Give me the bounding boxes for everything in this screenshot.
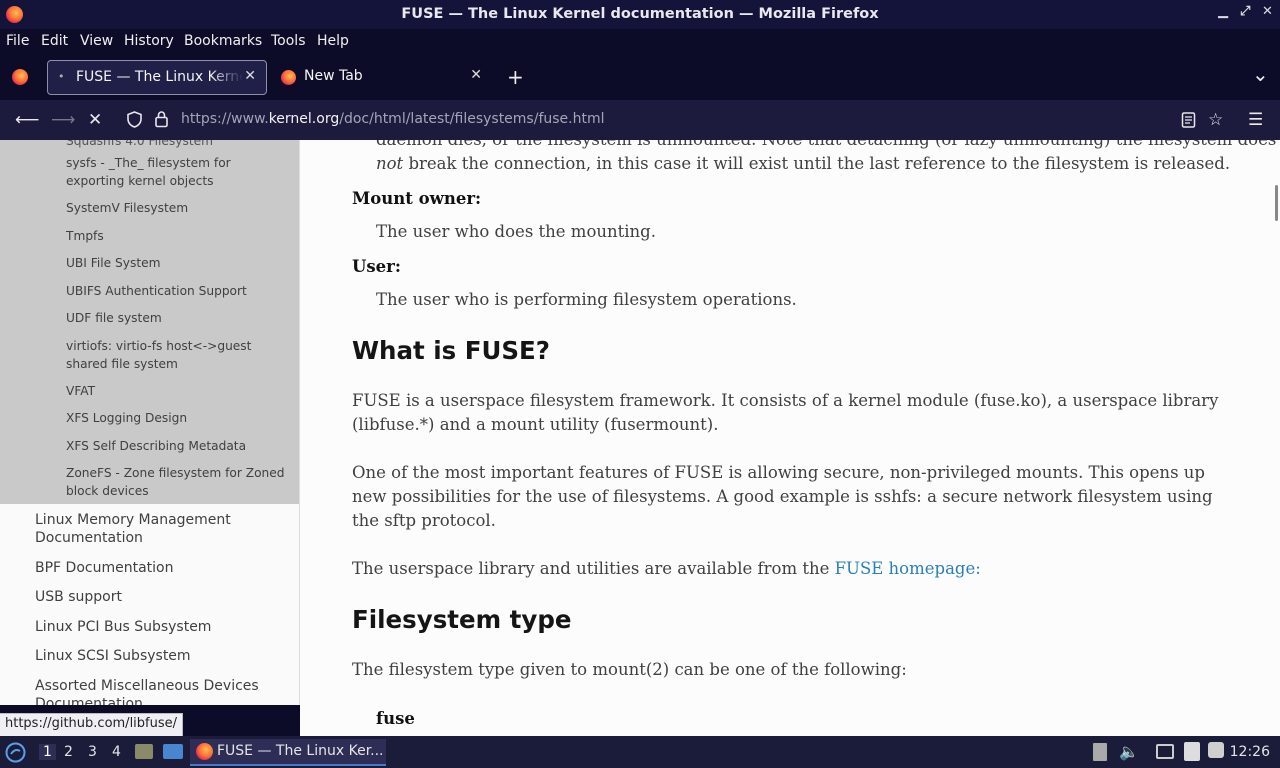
paragraph-features: One of the most important features of FU…	[352, 463, 1213, 530]
menu-bookmarks[interactable]: Bookmarks	[184, 33, 262, 49]
definition-user: The user who is performing filesystem op…	[376, 290, 797, 309]
navigation-toolbar: ⟵ ⟶ ✕ https://www.kernel.org/doc/html/la…	[0, 100, 1280, 140]
workspace-2[interactable]: 2	[64, 744, 73, 760]
term-user: User:	[352, 257, 401, 276]
firefox-icon	[281, 70, 296, 85]
paragraph-fstype: The filesystem type given to mount(2) ca…	[352, 660, 907, 679]
new-tab-button[interactable]: +	[507, 65, 524, 89]
sidebar-item-usb[interactable]: USB support	[35, 588, 275, 606]
minimize-button[interactable]: ▁	[1218, 4, 1228, 19]
sidebar-subitem-virtiofs[interactable]: virtiofs: virtio-fs host<->guest shared …	[66, 337, 286, 373]
url-path: /doc/html/latest/filesystems/fuse.html	[339, 111, 605, 127]
sidebar-subitem-ubifs[interactable]: UBIFS Authentication Support	[66, 282, 286, 300]
sidebar-subitem-vfat[interactable]: VFAT	[66, 382, 286, 400]
sidebar-subsection: Squashfs 4.0 Filesystem sysfs - _The_ fi…	[0, 140, 299, 504]
sidebar-subitem-cut[interactable]: Squashfs 4.0 Filesystem	[66, 140, 286, 150]
bookmark-star-icon[interactable]: ☆	[1208, 110, 1223, 130]
sidebar-subitem-xfs-metadata[interactable]: XFS Self Describing Metadata	[66, 437, 286, 455]
workspace-4[interactable]: 4	[112, 744, 121, 760]
docs-sidebar: Squashfs 4.0 Filesystem sysfs - _The_ fi…	[0, 140, 300, 705]
menu-tools[interactable]: Tools	[271, 33, 306, 49]
url-field[interactable]: https://www.kernel.org/doc/html/latest/f…	[181, 111, 605, 127]
menubar: File Edit View History Bookmarks Tools H…	[0, 29, 1280, 54]
workspace-1[interactable]: 1	[39, 744, 56, 760]
taskbar-window-title: FUSE — The Linux Ker...	[217, 743, 384, 759]
menu-help[interactable]: Help	[317, 33, 349, 49]
sidebar-subitem-tmpfs[interactable]: Tmpfs	[66, 227, 286, 245]
desktop-icon[interactable]	[163, 744, 183, 759]
emphasis: not	[376, 154, 404, 173]
paragraph-library-text: The userspace library and utilities are …	[352, 559, 835, 578]
menu-view[interactable]: View	[80, 33, 113, 49]
sidebar-subitem-systemv[interactable]: SystemV Filesystem	[66, 199, 286, 217]
sidebar-item-scsi[interactable]: Linux SCSI Subsystem	[35, 647, 275, 665]
tab-bar: • FUSE — The Linux Kernel documentation …	[0, 54, 1280, 100]
notification-icon[interactable]	[1208, 742, 1224, 758]
window-title: FUSE — The Linux Kernel documentation — …	[401, 6, 879, 22]
menu-file[interactable]: File	[6, 33, 29, 49]
tab-label: FUSE — The Linux Kernel documentation	[76, 69, 243, 85]
clipboard-icon[interactable]	[1184, 742, 1200, 761]
close-tab-icon[interactable]: ✕	[470, 67, 482, 83]
close-window-button[interactable]: ✕	[1262, 4, 1273, 19]
sidebar-subitem-xfs-logging[interactable]: XFS Logging Design	[66, 409, 286, 427]
list-tabs-icon[interactable]: ⌄	[1252, 62, 1269, 86]
sidebar-item-mm[interactable]: Linux Memory Management Documentation	[35, 511, 275, 547]
sidebar-subitem-udf[interactable]: UDF file system	[66, 309, 286, 327]
definition-mount-owner: The user who does the mounting.	[376, 222, 656, 241]
taskbar: 1 2 3 4 FUSE — The Linux Ker... 🔈 12:26	[0, 736, 1280, 768]
definition-text-cut: daemon dies, or the filesystem is unmoun…	[376, 140, 1276, 149]
loading-icon: •	[58, 70, 65, 83]
file-manager-icon[interactable]	[135, 744, 153, 759]
firefox-icon	[196, 743, 213, 760]
sidebar-item-bpf[interactable]: BPF Documentation	[35, 559, 275, 577]
sidebar-item-pci[interactable]: Linux PCI Bus Subsystem	[35, 618, 275, 636]
reader-view-icon[interactable]	[1181, 112, 1196, 128]
taskbar-firefox-window[interactable]: FUSE — The Linux Ker...	[190, 739, 386, 766]
document-content: daemon dies, or the filesystem is unmoun…	[300, 140, 1280, 736]
lock-icon[interactable]	[155, 110, 168, 128]
tab-new[interactable]: New Tab ✕	[276, 60, 492, 95]
sidebar-subitem-ubi[interactable]: UBI File System	[66, 254, 286, 272]
definition-text: not break the connection, in this case i…	[376, 154, 1230, 173]
sidebar-subitem-zonefs[interactable]: ZoneFS - Zone filesystem for Zoned block…	[66, 464, 286, 500]
fuse-homepage-link[interactable]: FUSE homepage:	[835, 559, 981, 578]
maximize-button[interactable]: ⤢	[1240, 4, 1250, 19]
url-scheme: https://www.	[181, 111, 269, 127]
back-icon[interactable]: ⟵	[15, 110, 39, 130]
sidebar-item-misc[interactable]: Assorted Miscellaneous Devices Documenta…	[35, 677, 275, 705]
term-fuse: fuse	[376, 709, 415, 728]
clock: 12:26	[1229, 744, 1270, 760]
scrollbar-thumb[interactable]	[1275, 185, 1278, 221]
start-menu-icon[interactable]	[5, 742, 26, 763]
window-titlebar: FUSE — The Linux Kernel documentation — …	[0, 0, 1280, 29]
paragraph-intro: FUSE is a userspace filesystem framework…	[352, 391, 1219, 434]
definition-rest: break the connection, in this case it wi…	[403, 154, 1231, 173]
term-mount-owner: Mount owner:	[352, 189, 482, 208]
menu-edit[interactable]: Edit	[41, 33, 68, 49]
heading-what-is-fuse: What is FUSE?	[352, 336, 550, 365]
display-icon[interactable]	[1156, 744, 1174, 759]
app-menu-icon[interactable]: ☰	[1248, 110, 1263, 130]
menu-history[interactable]: History	[124, 33, 174, 49]
stop-icon[interactable]: ✕	[88, 110, 102, 130]
workspace-3[interactable]: 3	[88, 744, 97, 760]
url-host: kernel.org	[268, 111, 340, 127]
paragraph-library: The userspace library and utilities are …	[352, 557, 1232, 581]
firefox-view-icon[interactable]	[12, 69, 28, 85]
close-tab-icon[interactable]: ✕	[244, 68, 256, 84]
battery-icon[interactable]	[1093, 743, 1107, 761]
heading-filesystem-type: Filesystem type	[352, 605, 572, 634]
status-link-preview: https://github.com/libfuse/	[0, 713, 184, 736]
tab-fuse[interactable]: • FUSE — The Linux Kernel documentation …	[47, 60, 267, 95]
volume-icon[interactable]: 🔈	[1119, 742, 1139, 761]
shield-icon[interactable]	[127, 111, 142, 128]
tab-label: New Tab	[304, 68, 363, 84]
sidebar-subitem-sysfs[interactable]: sysfs - _The_ filesystem for exporting k…	[66, 154, 286, 190]
forward-icon[interactable]: ⟶	[51, 110, 75, 130]
